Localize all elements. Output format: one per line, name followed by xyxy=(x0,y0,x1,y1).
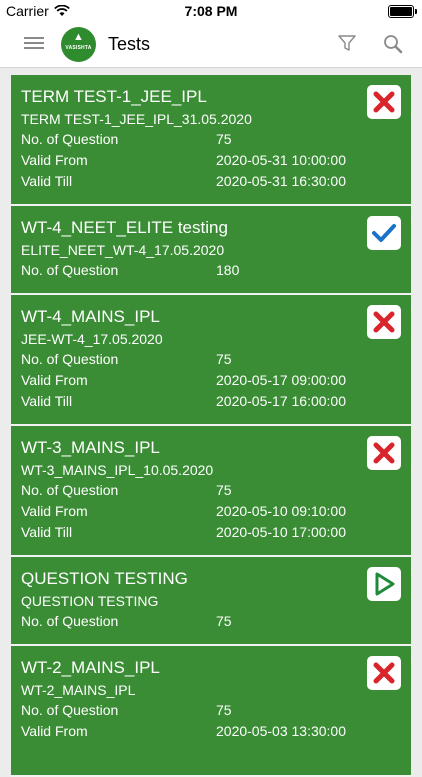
check-icon xyxy=(372,224,396,242)
valid-till-value: 2020-05-10 17:00:00 xyxy=(216,524,346,540)
valid-till-label: Valid Till xyxy=(21,524,73,540)
valid-from-label: Valid From xyxy=(21,372,88,388)
status-button[interactable] xyxy=(367,85,401,119)
valid-from-row: Valid From 2020-05-17 09:00:00 xyxy=(21,370,401,391)
test-title: WT-4_NEET_ELITE testing xyxy=(21,218,228,237)
page-title: Tests xyxy=(108,34,151,54)
test-title: WT-3_MAINS_IPL xyxy=(21,438,160,457)
test-code: JEE-WT-4_17.05.2020 xyxy=(21,331,163,347)
test-card[interactable]: WT-3_MAINS_IPL WT-3_MAINS_IPL_10.05.2020… xyxy=(11,426,411,557)
valid-from-row: Valid From 2020-05-03 13:30:00 xyxy=(21,721,401,742)
app-logo: ▲ VASISHTA xyxy=(61,27,96,62)
question-count-label: No. of Question xyxy=(21,131,119,147)
test-card[interactable]: QUESTION TESTING QUESTION TESTING No. of… xyxy=(11,557,411,646)
status-button[interactable] xyxy=(367,567,401,601)
search-icon xyxy=(384,35,403,54)
valid-till-label: Valid Till xyxy=(21,393,73,409)
test-code: QUESTION TESTING xyxy=(21,593,159,609)
question-count-label: No. of Question xyxy=(21,482,119,498)
nav-bar: ▲ VASISHTA Tests xyxy=(0,22,422,68)
test-code: ELITE_NEET_WT-4_17.05.2020 xyxy=(21,242,225,258)
cross-icon xyxy=(373,311,395,333)
test-code: WT-3_MAINS_IPL_10.05.2020 xyxy=(21,462,214,478)
logo-text: VASISHTA xyxy=(65,45,92,51)
cross-icon xyxy=(373,442,395,464)
battery-icon xyxy=(388,5,417,18)
status-button[interactable] xyxy=(367,656,401,690)
test-title: WT-2_MAINS_IPL xyxy=(21,658,160,677)
tests-list: TERM TEST-1_JEE_IPL TERM TEST-1_JEE_IPL_… xyxy=(11,75,411,777)
status-button[interactable] xyxy=(367,216,401,250)
status-button[interactable] xyxy=(367,436,401,470)
valid-till-row: Valid Till 2020-05-31 16:30:00 xyxy=(21,171,401,192)
valid-till-label: Valid Till xyxy=(21,173,73,189)
question-count-value: 75 xyxy=(216,702,232,718)
valid-till-row: Valid Till 2020-05-17 16:00:00 xyxy=(21,391,401,412)
test-card[interactable]: WT-4_NEET_ELITE testing ELITE_NEET_WT-4_… xyxy=(11,206,411,295)
question-count-value: 75 xyxy=(216,351,232,367)
test-card[interactable]: WT-4_MAINS_IPL JEE-WT-4_17.05.2020 No. o… xyxy=(11,295,411,426)
question-count-value: 75 xyxy=(216,131,232,147)
valid-till-value: 2020-05-31 16:30:00 xyxy=(216,173,346,189)
logo-mark-icon: ▲ xyxy=(73,31,84,43)
question-count-row: No. of Question 75 xyxy=(21,349,401,370)
cross-icon xyxy=(373,91,395,113)
test-code: WT-2_MAINS_IPL xyxy=(21,682,136,698)
test-code: TERM TEST-1_JEE_IPL_31.05.2020 xyxy=(21,111,252,127)
menu-line xyxy=(24,47,44,49)
cross-icon xyxy=(373,662,395,684)
search-button[interactable] xyxy=(382,33,404,55)
valid-from-value: 2020-05-10 09:10:00 xyxy=(216,503,346,519)
valid-from-value: 2020-05-31 10:00:00 xyxy=(216,152,346,168)
question-count-value: 75 xyxy=(216,613,232,629)
question-count-row: No. of Question 180 xyxy=(21,260,401,281)
menu-button[interactable] xyxy=(24,34,44,54)
valid-from-row: Valid From 2020-05-10 09:10:00 xyxy=(21,501,401,522)
valid-till-value: 2020-05-17 16:00:00 xyxy=(216,393,346,409)
test-title: WT-4_MAINS_IPL xyxy=(21,307,160,326)
status-button[interactable] xyxy=(367,305,401,339)
question-count-row: No. of Question 75 xyxy=(21,611,401,632)
question-count-value: 180 xyxy=(216,262,240,278)
test-card[interactable]: WT-2_MAINS_IPL WT-2_MAINS_IPL No. of Que… xyxy=(11,646,411,777)
question-count-label: No. of Question xyxy=(21,702,119,718)
status-bar: Carrier 7:08 PM xyxy=(0,0,422,22)
question-count-value: 75 xyxy=(216,482,232,498)
menu-line xyxy=(24,37,44,39)
valid-from-row: Valid From 2020-05-31 10:00:00 xyxy=(21,150,401,171)
question-count-row: No. of Question 75 xyxy=(21,480,401,501)
question-count-label: No. of Question xyxy=(21,351,119,367)
valid-from-label: Valid From xyxy=(21,723,88,739)
question-count-label: No. of Question xyxy=(21,613,119,629)
menu-line xyxy=(24,42,44,44)
test-title: TERM TEST-1_JEE_IPL xyxy=(21,87,207,106)
filter-icon xyxy=(338,35,356,51)
test-title: QUESTION TESTING xyxy=(21,569,188,588)
test-card[interactable]: TERM TEST-1_JEE_IPL TERM TEST-1_JEE_IPL_… xyxy=(11,75,411,206)
valid-till-row: Valid Till 2020-05-10 17:00:00 xyxy=(21,522,401,543)
question-count-row: No. of Question 75 xyxy=(21,700,401,721)
valid-from-value: 2020-05-03 13:30:00 xyxy=(216,723,346,739)
play-icon xyxy=(375,572,395,596)
status-time: 7:08 PM xyxy=(184,3,238,19)
valid-from-value: 2020-05-17 09:00:00 xyxy=(216,372,346,388)
question-count-row: No. of Question 75 xyxy=(21,129,401,150)
valid-from-label: Valid From xyxy=(21,152,88,168)
valid-from-label: Valid From xyxy=(21,503,88,519)
filter-button[interactable] xyxy=(337,33,357,53)
question-count-label: No. of Question xyxy=(21,262,119,278)
